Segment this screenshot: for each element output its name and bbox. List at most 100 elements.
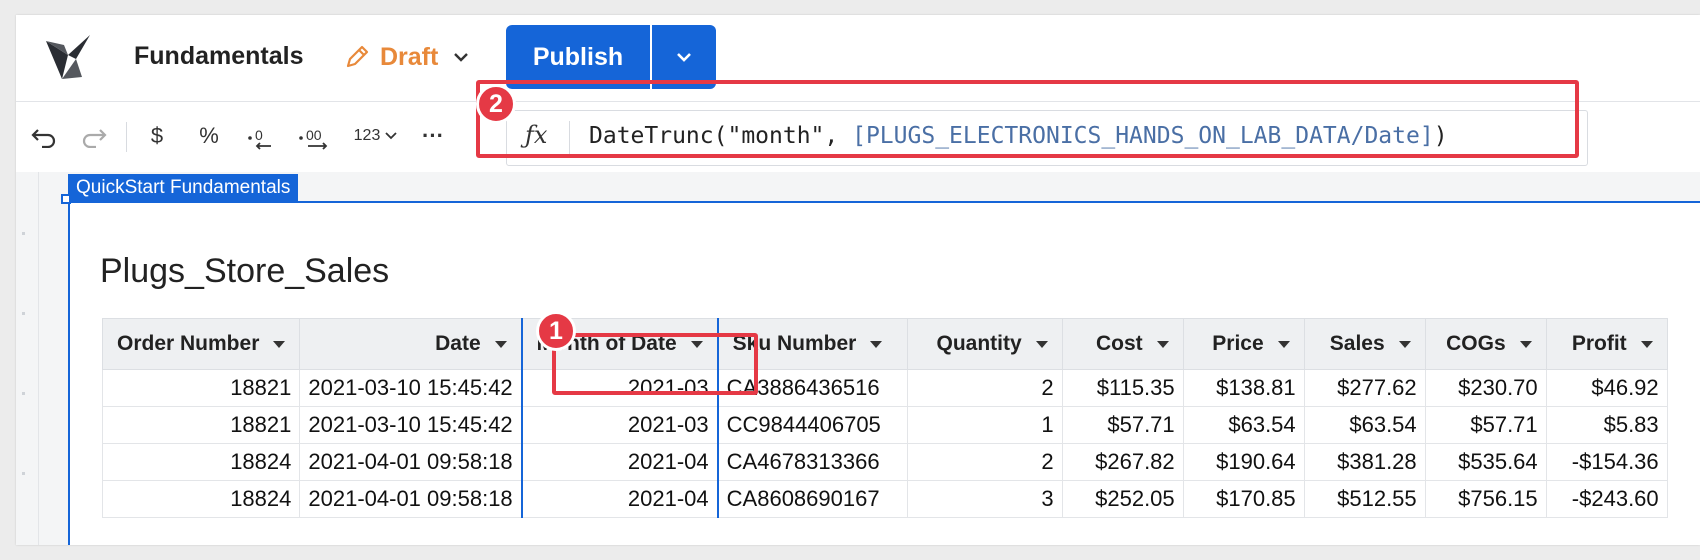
table-cell[interactable]: $267.82: [1061, 443, 1184, 481]
caret-down-icon[interactable]: [1519, 340, 1532, 348]
caret-down-icon[interactable]: [870, 340, 883, 348]
table-cell[interactable]: $252.05: [1061, 480, 1184, 518]
percent-icon: %: [199, 123, 219, 148]
workbook-title[interactable]: Fundamentals: [134, 42, 303, 71]
table-header-row: Order Number Date Month of Date Sku Numb…: [101, 318, 1668, 370]
table-cell[interactable]: $381.28: [1303, 443, 1426, 481]
column-header-label: Cost: [1095, 332, 1143, 355]
caret-down-icon[interactable]: [1035, 340, 1048, 348]
currency-icon: $: [150, 123, 164, 148]
table-cell[interactable]: 18821: [101, 406, 301, 444]
column-header-quantity[interactable]: Quantity: [906, 318, 1063, 370]
table-cell[interactable]: $46.92: [1545, 369, 1668, 407]
column-header-label: Sales: [1329, 332, 1385, 355]
table-title[interactable]: Plugs_Store_Sales: [100, 252, 389, 291]
table-cell[interactable]: -$243.60: [1545, 480, 1668, 518]
caret-down-icon[interactable]: [494, 340, 507, 348]
caret-down-icon[interactable]: [1156, 340, 1169, 348]
undo-button[interactable]: [28, 120, 60, 152]
column-header-price[interactable]: Price: [1182, 318, 1305, 370]
caret-down-icon[interactable]: [273, 340, 286, 348]
column-header-label: Profit: [1571, 332, 1627, 355]
svg-text:0: 0: [255, 127, 263, 143]
undo-icon: [31, 129, 56, 148]
table-cell[interactable]: $277.62: [1303, 369, 1426, 407]
more-icon: ···: [422, 123, 444, 148]
table-cell[interactable]: 2: [906, 443, 1063, 481]
table-cell[interactable]: 2021-03-10 15:45:42: [299, 369, 523, 407]
table-row[interactable]: 18821 2021-03-10 15:45:42 2021-03 CC9844…: [101, 406, 1668, 444]
table-cell[interactable]: 2021-04: [520, 480, 719, 518]
table-cell[interactable]: 2021-04-01 09:58:18: [299, 480, 523, 518]
table-cell[interactable]: $138.81: [1182, 369, 1305, 407]
canvas-gutter: [16, 172, 39, 545]
grid-dot: [22, 232, 25, 235]
column-header-label: Price: [1212, 332, 1264, 355]
caret-down-icon[interactable]: [1277, 340, 1290, 348]
table-cell[interactable]: 2: [906, 369, 1063, 407]
chevron-down-icon: [677, 53, 691, 62]
grid-dot: [22, 312, 25, 315]
table-cell[interactable]: 2021-04-01 09:58:18: [299, 443, 523, 481]
container-label[interactable]: QuickStart Fundamentals: [68, 174, 299, 201]
resize-handle[interactable]: [61, 194, 71, 204]
table-cell[interactable]: 3: [906, 480, 1063, 518]
increase-decimals-icon: 00: [299, 127, 328, 150]
table-cell[interactable]: $170.85: [1182, 480, 1305, 518]
draft-label: Draft: [380, 42, 439, 71]
column-header-order-number[interactable]: Order Number: [101, 318, 301, 370]
table-row[interactable]: 18824 2021-04-01 09:58:18 2021-04 CA8608…: [101, 480, 1668, 518]
percent-format-button[interactable]: %: [194, 120, 224, 152]
currency-format-button[interactable]: $: [144, 120, 170, 152]
increase-decimals-button[interactable]: 00: [296, 120, 336, 152]
toolbar-divider: [126, 122, 127, 152]
data-table: Order Number Date Month of Date Sku Numb…: [101, 318, 1668, 518]
table-cell[interactable]: 2021-04: [520, 443, 719, 481]
redo-button[interactable]: [78, 120, 110, 152]
chevron-down-icon: [454, 53, 469, 62]
column-header-cost[interactable]: Cost: [1061, 318, 1184, 370]
decrease-decimals-button[interactable]: 0: [244, 120, 278, 152]
table-cell[interactable]: $57.71: [1061, 406, 1184, 444]
column-header-label: Quantity: [936, 332, 1022, 355]
caret-down-icon[interactable]: [1398, 340, 1411, 348]
table-cell[interactable]: $63.54: [1303, 406, 1426, 444]
more-options-button[interactable]: ···: [418, 120, 448, 152]
table-cell[interactable]: $512.55: [1303, 480, 1426, 518]
logo-icon[interactable]: [42, 33, 94, 83]
grid-dot: [22, 472, 25, 475]
table-cell[interactable]: 18821: [101, 369, 301, 407]
column-header-label: Date: [435, 332, 481, 355]
table-row[interactable]: 18824 2021-04-01 09:58:18 2021-04 CA4678…: [101, 443, 1668, 481]
column-header-label: COGs: [1446, 332, 1506, 355]
table-cell[interactable]: $230.70: [1424, 369, 1547, 407]
table-cell[interactable]: $63.54: [1182, 406, 1305, 444]
table-cell[interactable]: 2021-03: [520, 406, 719, 444]
annotation-badge-2: 2: [476, 84, 516, 124]
table-cell[interactable]: $57.71: [1424, 406, 1547, 444]
table-cell[interactable]: CA4678313366: [717, 443, 908, 481]
table-cell[interactable]: 2021-03-10 15:45:42: [299, 406, 523, 444]
draft-status-menu[interactable]: Draft: [344, 39, 470, 75]
table-cell[interactable]: CC9844406705: [717, 406, 908, 444]
number-format-icon: 123: [353, 127, 381, 144]
column-header-label: Order Number: [117, 332, 260, 355]
number-format-button[interactable]: 123: [350, 120, 402, 152]
table-cell[interactable]: $115.35: [1061, 369, 1184, 407]
table-cell[interactable]: 18824: [101, 480, 301, 518]
column-header-date[interactable]: Date: [299, 318, 523, 370]
table-cell[interactable]: $756.15: [1424, 480, 1547, 518]
column-header-sales[interactable]: Sales: [1303, 318, 1426, 370]
table-cell[interactable]: 1: [906, 406, 1063, 444]
column-header-cogs[interactable]: COGs: [1424, 318, 1547, 370]
table-cell[interactable]: CA8608690167: [717, 480, 908, 518]
table-cell[interactable]: $5.83: [1545, 406, 1668, 444]
formula-highlight-box: [476, 80, 1579, 158]
table-cell[interactable]: -$154.36: [1545, 443, 1668, 481]
table-cell[interactable]: 18824: [101, 443, 301, 481]
table-cell[interactable]: $535.64: [1424, 443, 1547, 481]
table-cell[interactable]: $190.64: [1182, 443, 1305, 481]
table-row[interactable]: 18821 2021-03-10 15:45:42 2021-03 CA3886…: [101, 369, 1668, 407]
column-header-profit[interactable]: Profit: [1545, 318, 1668, 370]
caret-down-icon[interactable]: [1640, 340, 1653, 348]
